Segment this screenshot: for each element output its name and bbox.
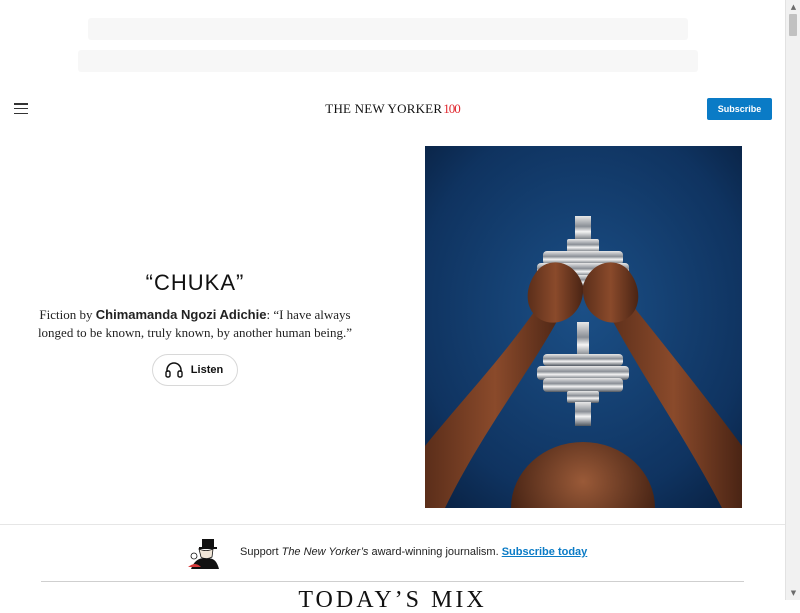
support-suffix: award-winning journalism. — [368, 546, 502, 558]
support-banner: Support The New Yorker’s award-winning j… — [0, 525, 785, 581]
ad-banner-line — [88, 18, 688, 40]
subscribe-button[interactable]: Subscribe — [707, 98, 772, 120]
support-prefix: Support — [240, 546, 282, 558]
dek-author[interactable]: Chimamanda Ngozi Adichie — [96, 307, 267, 322]
logo-text: THE NEW YORKER — [325, 101, 443, 116]
logo-centennial: 100 — [443, 101, 460, 116]
site-logo[interactable]: THE NEW YORKER100 — [0, 101, 785, 117]
section-heading: TODAY’S MIX — [298, 587, 487, 613]
hero-text-block: “CHUKA” Fiction by Chimamanda Ngozi Adic… — [20, 270, 370, 386]
dek-prefix: Fiction by — [39, 307, 96, 322]
support-message: Support The New Yorker’s award-winning j… — [240, 546, 587, 558]
eustace-tilley-icon — [185, 537, 223, 571]
ad-banner-line — [78, 50, 698, 72]
listen-label: Listen — [190, 364, 224, 376]
hero-dek: Fiction by Chimamanda Ngozi Adichie: “I … — [20, 306, 370, 342]
ad-banner-placeholder — [0, 0, 785, 92]
section-divider — [41, 581, 744, 582]
site-header: THE NEW YORKER100 Subscribe — [0, 92, 785, 128]
page-scrollbar[interactable]: ▲ ▼ — [785, 0, 800, 600]
scroll-down-arrow-icon[interactable]: ▼ — [786, 586, 800, 600]
hero-image[interactable] — [425, 146, 742, 508]
hero-title[interactable]: “CHUKA” — [20, 270, 370, 296]
subscribe-today-link[interactable]: Subscribe today — [502, 546, 588, 558]
headphones-icon — [165, 362, 183, 378]
scrollbar-thumb[interactable] — [789, 14, 797, 36]
listen-button[interactable]: Listen — [151, 354, 239, 386]
scroll-up-arrow-icon[interactable]: ▲ — [786, 0, 800, 14]
support-publication: The New Yorker’s — [281, 546, 369, 558]
